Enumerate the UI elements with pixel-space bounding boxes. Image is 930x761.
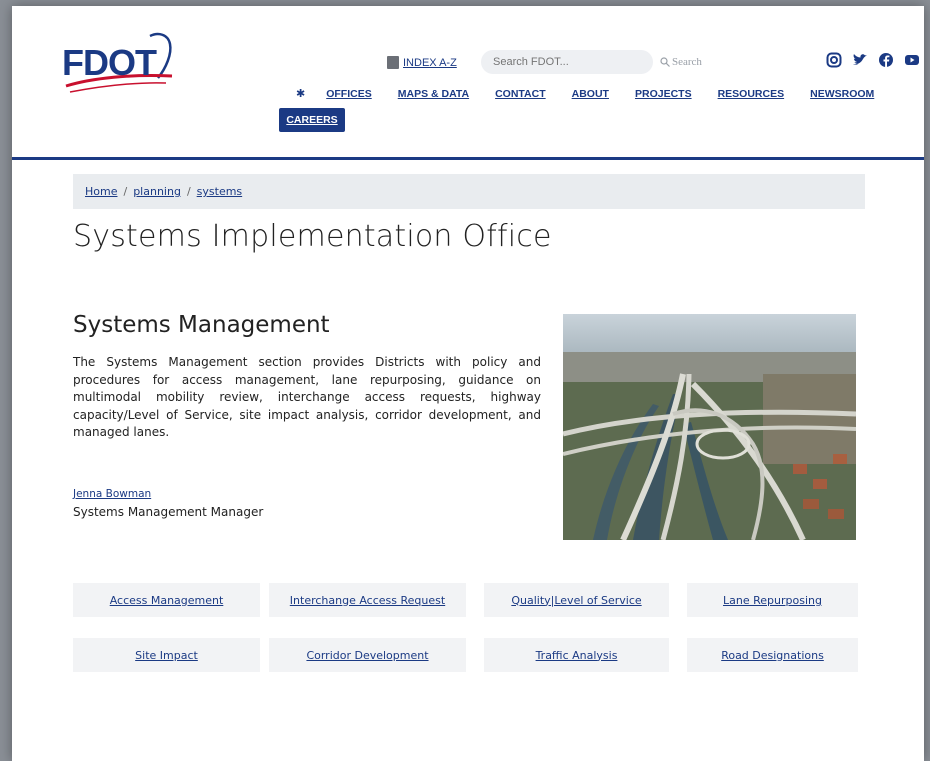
nav-newsroom[interactable]: NEWSROOM <box>810 88 874 100</box>
breadcrumb-home[interactable]: Home <box>85 185 117 198</box>
youtube-icon[interactable] <box>904 52 920 68</box>
twitter-icon[interactable] <box>852 52 868 68</box>
link-tile[interactable]: Access Management <box>73 583 260 617</box>
breadcrumb-separator: / <box>123 185 128 198</box>
link-tile[interactable]: Road Designations <box>687 638 858 672</box>
contact-name-link[interactable]: Jenna Bowman <box>73 488 151 500</box>
index-az-link[interactable]: INDEX A-Z <box>387 56 457 69</box>
search-input[interactable] <box>481 50 653 74</box>
link-tile[interactable]: Corridor Development <box>269 638 466 672</box>
instagram-icon[interactable] <box>826 52 842 68</box>
home-icon[interactable]: ✱ <box>296 87 305 100</box>
link-tile[interactable]: Interchange Access Request <box>269 583 466 617</box>
breadcrumb-planning[interactable]: planning <box>133 185 181 198</box>
breadcrumb-separator: / <box>186 185 191 198</box>
search-button-label: Search <box>672 56 702 68</box>
search-button[interactable]: Search <box>660 56 702 68</box>
highway-interchange-photo <box>563 314 856 540</box>
nav-maps-data[interactable]: MAPS & DATA <box>398 88 469 100</box>
facebook-icon[interactable] <box>878 52 894 68</box>
main-nav: ✱ OFFICES MAPS & DATA CONTACT ABOUT PROJ… <box>296 87 900 101</box>
search-icon <box>660 57 670 67</box>
book-icon <box>387 56 399 69</box>
link-tile[interactable]: Traffic Analysis <box>484 638 669 672</box>
index-az-label: INDEX A-Z <box>403 56 457 69</box>
contact-role: Systems Management Manager <box>73 505 264 519</box>
link-tile[interactable]: Quality|Level of Service <box>484 583 669 617</box>
page-title: Systems Implementation Office <box>73 219 552 254</box>
link-tile[interactable]: Site Impact <box>73 638 260 672</box>
nav-contact[interactable]: CONTACT <box>495 88 546 100</box>
section-description: The Systems Management section provides … <box>73 355 541 439</box>
link-tile[interactable]: Lane Repurposing <box>687 583 858 617</box>
nav-projects[interactable]: PROJECTS <box>635 88 692 100</box>
breadcrumb-systems[interactable]: systems <box>197 185 243 198</box>
nav-resources[interactable]: RESOURCES <box>718 88 785 100</box>
nav-careers-button[interactable]: CAREERS <box>279 108 345 132</box>
nav-about[interactable]: ABOUT <box>572 88 609 100</box>
fdot-logo[interactable]: FDOT <box>62 28 182 102</box>
page: FDOT INDEX A-Z Search ✱ OFFICES MAPS & D… <box>12 6 924 761</box>
nav-offices[interactable]: OFFICES <box>326 88 372 100</box>
logo-text: FDOT <box>62 42 157 83</box>
section-title: Systems Management <box>73 312 330 338</box>
header-divider <box>12 157 924 160</box>
breadcrumb: Home / planning / systems <box>73 174 865 209</box>
